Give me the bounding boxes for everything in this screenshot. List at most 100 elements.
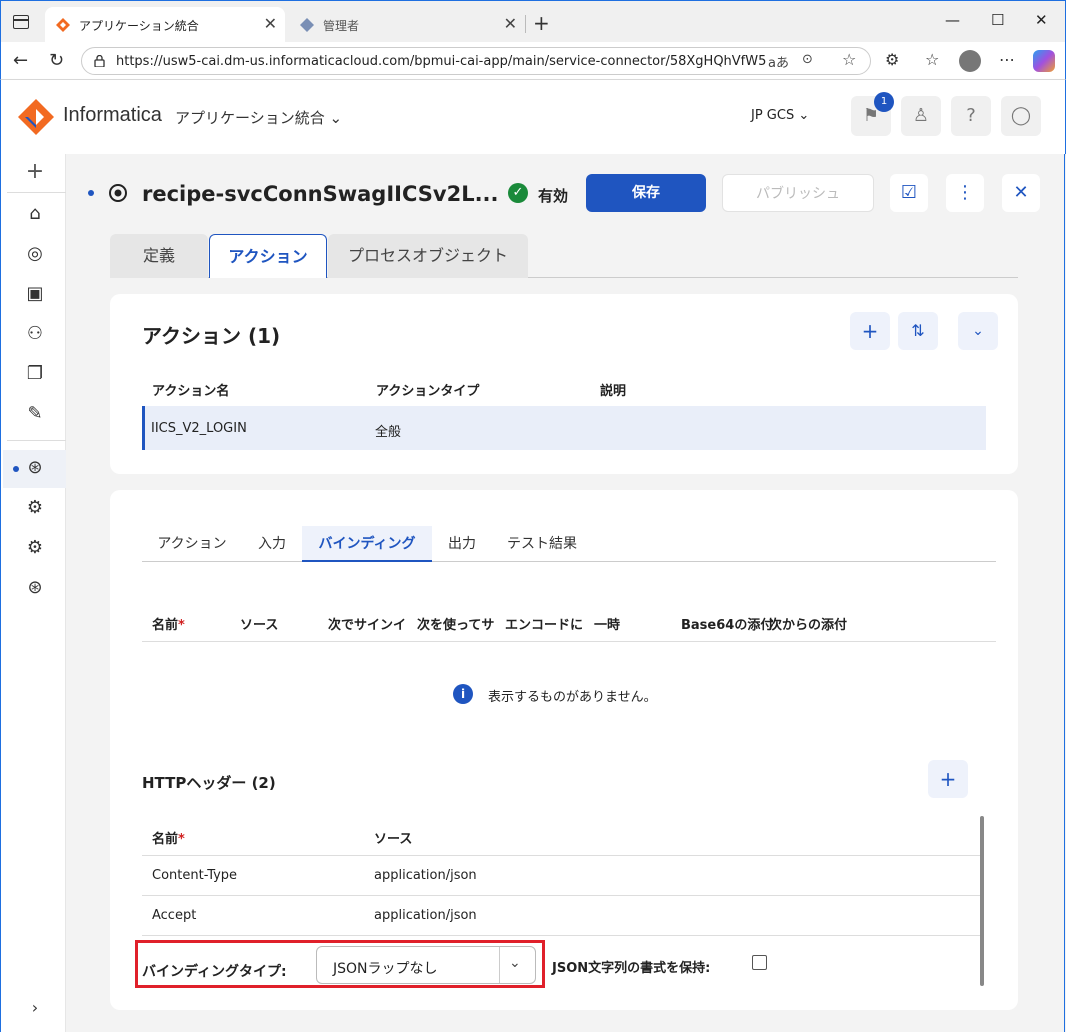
column-header-label: 名前 (152, 832, 179, 847)
address-bar[interactable]: https://usw5-cai.dm-us.informaticacloud.… (81, 47, 871, 75)
expand-nav-icon[interactable]: › (23, 996, 47, 1020)
add-header-button[interactable]: + (928, 760, 968, 798)
brand-name: Informatica (63, 104, 162, 126)
org-switcher[interactable]: JP GCS ⌄ (751, 108, 809, 123)
chat-button[interactable]: ◯ (1001, 96, 1041, 136)
kebab-icon: ⋮ (956, 182, 974, 203)
column-header: アクション名 (152, 384, 230, 399)
maximize-icon[interactable]: ☐ (991, 11, 1004, 29)
actions-title: アクション (1) (142, 324, 281, 348)
left-navigation: + ⌂ ◎ ▣ ⚇ ❐ ✎ ⊛ ⚙ ⚙ ⊛ › (0, 154, 67, 1032)
nav-divider (7, 440, 67, 441)
close-icon: ✕ (1013, 182, 1029, 203)
subtab-input[interactable]: 入力 (242, 526, 302, 562)
tab-actions[interactable]: アクション (209, 234, 327, 278)
favorite-star-icon[interactable]: ☆ (842, 50, 856, 69)
extensions-icon[interactable]: ⚙ (885, 50, 899, 69)
help-icon: ? (966, 105, 976, 126)
help-button[interactable]: ? (951, 96, 991, 136)
tab-definition[interactable]: 定義 (110, 234, 208, 278)
browser-tab-inactive[interactable]: 管理者 ✕ (289, 7, 525, 43)
collapse-button[interactable]: ⌄ (958, 312, 998, 350)
home-icon[interactable]: ⌂ (23, 202, 47, 226)
monitor-icon[interactable]: ▣ (23, 282, 47, 306)
menu-dots-icon[interactable]: ⋯ (999, 50, 1015, 69)
read-aloud-icon[interactable]: aあ (768, 52, 789, 71)
action-name-cell: IICS_V2_LOGIN (151, 421, 247, 436)
app-header: Informatica アプリケーション統合 ⌄ JP GCS ⌄ ⚑ ♙ ? … (0, 80, 1066, 154)
browser-tab-title: アプリケーション統合 (79, 19, 199, 33)
column-header: 名前* (152, 828, 185, 847)
tab-close-icon[interactable]: ✕ (504, 14, 517, 33)
more-icon[interactable]: ⊙ (802, 52, 813, 67)
profile-avatar[interactable] (959, 50, 981, 72)
add-action-button[interactable]: + (850, 312, 890, 350)
informatica-favicon-icon (56, 18, 70, 32)
sort-icon: ⇅ (911, 321, 925, 340)
copilot-icon[interactable] (1033, 50, 1055, 72)
column-header: ソース (374, 832, 413, 847)
divider (142, 895, 980, 896)
assets-icon[interactable]: ❐ (23, 362, 47, 386)
service-connector-icon[interactable]: ⊛ (23, 456, 47, 480)
scrollbar[interactable] (980, 816, 984, 986)
connector-edit-icon[interactable]: ⚙ (23, 496, 47, 520)
reload-icon[interactable]: ↻ (49, 50, 64, 71)
subtab-test-results[interactable]: テスト結果 (492, 526, 592, 562)
table-row[interactable]: IICS_V2_LOGIN 全般 (142, 406, 986, 450)
close-button[interactable]: ✕ (1002, 174, 1040, 212)
gears-icon[interactable]: ⚙ (23, 536, 47, 560)
process-icon[interactable]: ⚇ (23, 322, 47, 346)
plus-icon: + (861, 319, 879, 343)
sort-button[interactable]: ⇅ (898, 312, 938, 350)
tools-icon[interactable]: ✎ (23, 402, 47, 426)
explore-icon[interactable]: ◎ (23, 242, 47, 266)
subtab-action[interactable]: アクション (142, 526, 242, 562)
browser-tab-active[interactable]: アプリケーション統合 ✕ (45, 7, 285, 43)
column-header-label: 名前 (152, 618, 179, 633)
tab-process-objects[interactable]: プロセスオブジェクト (328, 234, 528, 278)
header-name-cell[interactable]: Accept (152, 908, 196, 923)
subtab-binding[interactable]: バインディング (302, 526, 432, 562)
json-format-checkbox[interactable] (752, 955, 767, 970)
connector-icon[interactable]: ⊛ (23, 576, 47, 600)
action-type-cell: 全般 (375, 425, 402, 440)
status-text: 有効 (538, 187, 569, 205)
org-name-label: JP GCS (751, 108, 795, 123)
new-tab-icon[interactable]: + (533, 11, 550, 35)
close-window-icon[interactable]: ✕ (1035, 11, 1048, 29)
back-icon[interactable]: ← (13, 50, 28, 71)
user-button[interactable]: ♙ (901, 96, 941, 136)
new-icon[interactable]: + (23, 160, 47, 184)
chevron-down-icon: ⌄ (972, 323, 984, 339)
divider (142, 641, 996, 642)
header-name-cell[interactable]: Content-Type (152, 868, 237, 883)
binding-type-select[interactable]: JSONラップなし ⌄ (316, 946, 536, 984)
app-switcher[interactable]: アプリケーション統合 ⌄ (175, 107, 342, 128)
validate-check-icon: ☑ (900, 182, 918, 203)
more-actions-button[interactable]: ⋮ (946, 174, 984, 212)
window-menu-icon[interactable] (13, 15, 29, 29)
chevron-down-icon: ⌄ (509, 955, 521, 971)
header-source-cell[interactable]: application/json (374, 908, 477, 923)
notification-badge: 1 (874, 92, 894, 112)
save-button[interactable]: 保存 (586, 174, 706, 212)
informatica-logo-icon (18, 99, 54, 135)
tab-separator (525, 15, 526, 33)
nav-divider (7, 192, 67, 193)
detail-subtabs: アクション 入力 バインディング 出力 テスト結果 (142, 526, 996, 562)
tab-close-icon[interactable]: ✕ (264, 14, 277, 33)
favorites-icon[interactable]: ☆ (925, 50, 939, 69)
validate-button[interactable]: ☑ (890, 174, 928, 212)
binding-type-label: バインディングタイプ: (142, 964, 287, 980)
service-connector-title-icon (109, 184, 127, 202)
user-icon: ♙ (912, 105, 930, 126)
http-headers-title: HTTPヘッダー (2) (142, 774, 276, 792)
minimize-icon[interactable]: — (945, 11, 960, 29)
chevron-down-icon: ⌄ (329, 109, 343, 127)
publish-button[interactable]: パブリッシュ (722, 174, 874, 212)
column-header: 次でサインイ (328, 618, 407, 633)
column-header: 名前* (152, 614, 185, 633)
header-source-cell[interactable]: application/json (374, 868, 477, 883)
subtab-output[interactable]: 出力 (432, 526, 492, 562)
